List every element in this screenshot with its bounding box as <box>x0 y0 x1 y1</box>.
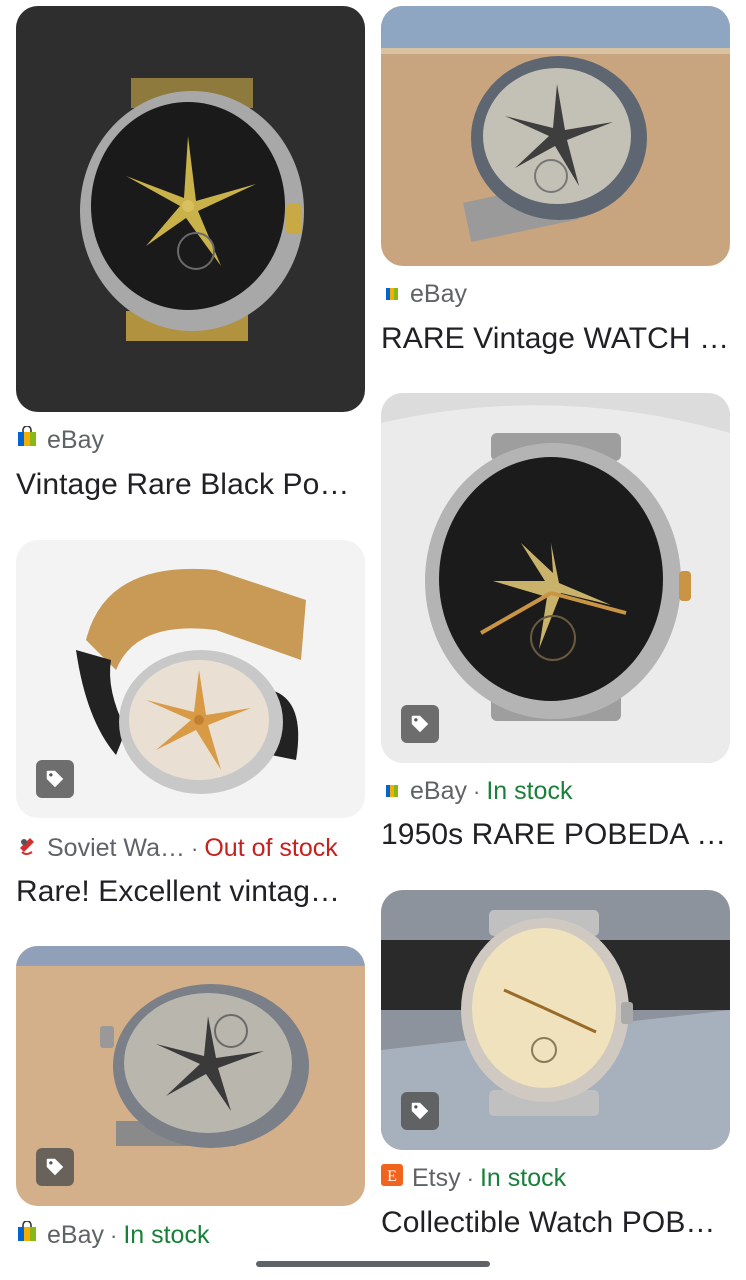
result-title[interactable]: 1950s RARE POBEDA … <box>381 818 730 852</box>
ebay-favicon <box>16 1220 38 1250</box>
product-image[interactable] <box>16 946 365 1206</box>
result-source: eBay <box>47 426 104 454</box>
result-source: eBay <box>410 777 467 805</box>
separator: · <box>466 1165 474 1191</box>
separator: · <box>472 778 481 804</box>
result-source: Etsy <box>412 1164 461 1192</box>
svg-text:E: E <box>387 1168 397 1185</box>
result-title[interactable]: Rare! Excellent vintag… <box>16 875 365 909</box>
product-image[interactable] <box>16 540 365 818</box>
result-source: eBay <box>47 1221 104 1249</box>
separator: · <box>191 835 199 861</box>
result-source: eBay <box>410 280 467 308</box>
availability-status: In stock <box>479 1164 567 1192</box>
result-source: Soviet Wa… <box>47 834 186 862</box>
availability-status: Out of stock <box>204 834 338 862</box>
availability-status: In stock <box>123 1221 210 1249</box>
result-title[interactable]: Vintage Rare Black Po… <box>16 468 365 502</box>
price-tag-icon <box>401 1092 439 1130</box>
separator: · <box>109 1222 118 1248</box>
product-image[interactable] <box>16 6 365 412</box>
soviet-watch-favicon <box>16 834 38 863</box>
ebay-favicon <box>383 777 401 806</box>
ebay-favicon <box>383 280 401 309</box>
price-tag-icon <box>36 1148 74 1186</box>
availability-status: In stock <box>486 777 573 805</box>
result-title[interactable]: RARE Vintage WATCH … <box>381 322 730 356</box>
product-image[interactable] <box>381 890 730 1150</box>
price-tag-icon <box>36 760 74 798</box>
price-tag-icon <box>401 705 439 743</box>
result-title[interactable]: Collectible Watch POB… <box>381 1206 730 1240</box>
product-image[interactable] <box>381 393 730 763</box>
product-image[interactable] <box>381 6 730 266</box>
gesture-navigation-bar[interactable] <box>256 1261 490 1267</box>
ebay-favicon <box>16 425 38 455</box>
etsy-favicon: E <box>381 1164 403 1193</box>
